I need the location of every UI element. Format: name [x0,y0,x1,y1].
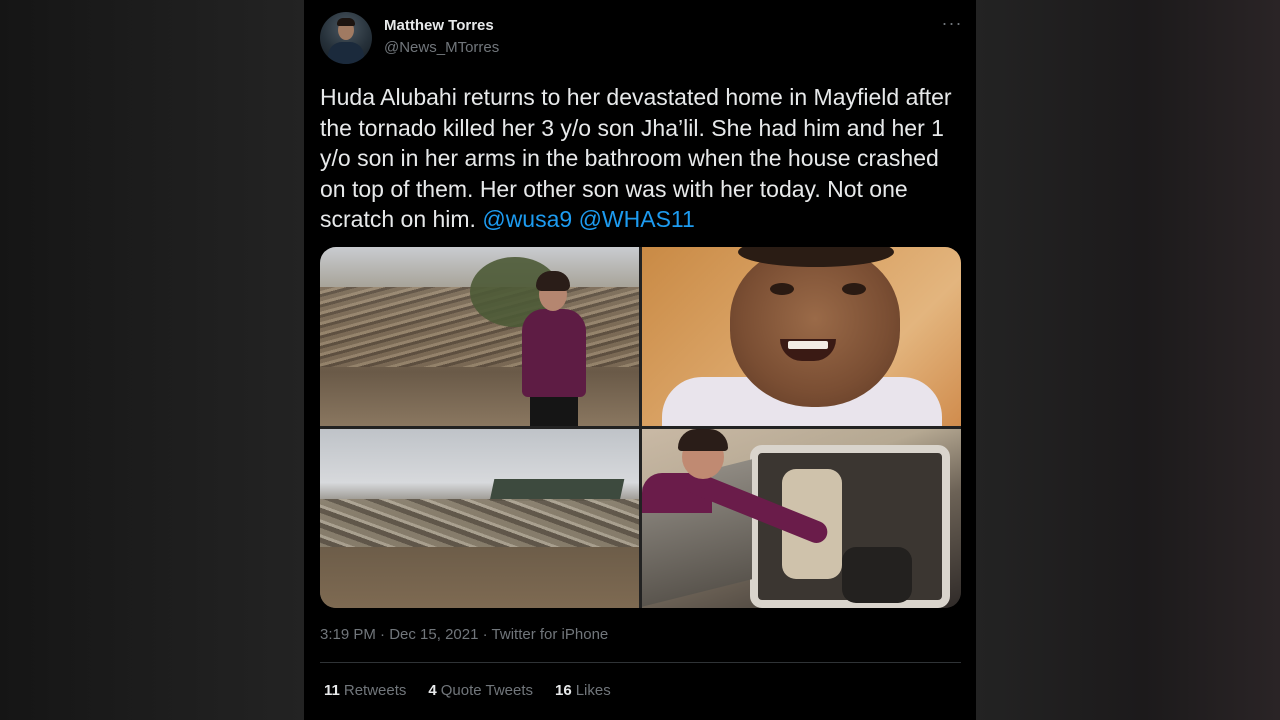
retweets-label: Retweets [343,682,407,699]
engagement-stats: 11 Retweets 4 Quote Tweets 16 Likes [324,682,611,702]
damaged-roof [489,479,625,501]
retweets-stat[interactable]: 11 Retweets [324,682,406,702]
tweet-text: Huda Alubahi returns to her devastated h… [320,82,960,235]
likes-stat[interactable]: 16 Likes [555,682,611,702]
quotes-label: Quote Tweets [440,682,534,699]
rubble [320,499,639,549]
tweet-source[interactable]: Twitter for iPhone [492,626,609,643]
likes-label: Likes [575,682,611,699]
author-handle[interactable]: @News_MTorres [384,39,499,56]
woman-hair [536,271,570,291]
tweet-date[interactable]: Dec 15, 2021 [389,626,478,643]
background-left [0,0,304,720]
woman-legs [530,393,578,426]
separator: · [482,626,488,643]
child-eye [770,283,794,295]
ground [320,547,639,608]
likes-count: 16 [555,682,572,699]
background-right [976,0,1280,720]
photo-destroyed-houses[interactable] [320,429,639,608]
avatar-hair [337,18,355,26]
tweet-card: Matthew Torres @News_MTorres ··· Huda Al… [304,0,976,720]
child-teeth [788,341,828,349]
infant-car-seat [842,547,912,603]
photo-mother-car-seat[interactable] [642,429,961,608]
quote-tweets-stat[interactable]: 4 Quote Tweets [428,682,533,702]
mention-link[interactable]: @wusa9 [482,206,572,232]
child-face [730,247,900,407]
photo-smiling-child[interactable] [642,247,961,426]
divider [320,662,961,663]
separator: · [380,626,386,643]
tweet-timestamp: 3:19 PM · Dec 15, 2021 · Twitter for iPh… [320,626,608,643]
author-name[interactable]: Matthew Torres [384,17,494,34]
retweets-count: 11 [324,682,340,699]
child-eye [842,283,866,295]
woman-body [522,309,586,397]
mention-link[interactable]: @WHAS11 [579,206,695,232]
avatar-body [328,42,364,64]
avatar[interactable] [320,12,372,64]
media-grid [320,247,961,608]
tweet-time[interactable]: 3:19 PM [320,626,376,643]
photo-woman-tornado-debris[interactable] [320,247,639,426]
quotes-count: 4 [428,682,437,699]
more-horizontal-icon[interactable]: ··· [938,14,966,36]
mother-hair [678,429,728,451]
